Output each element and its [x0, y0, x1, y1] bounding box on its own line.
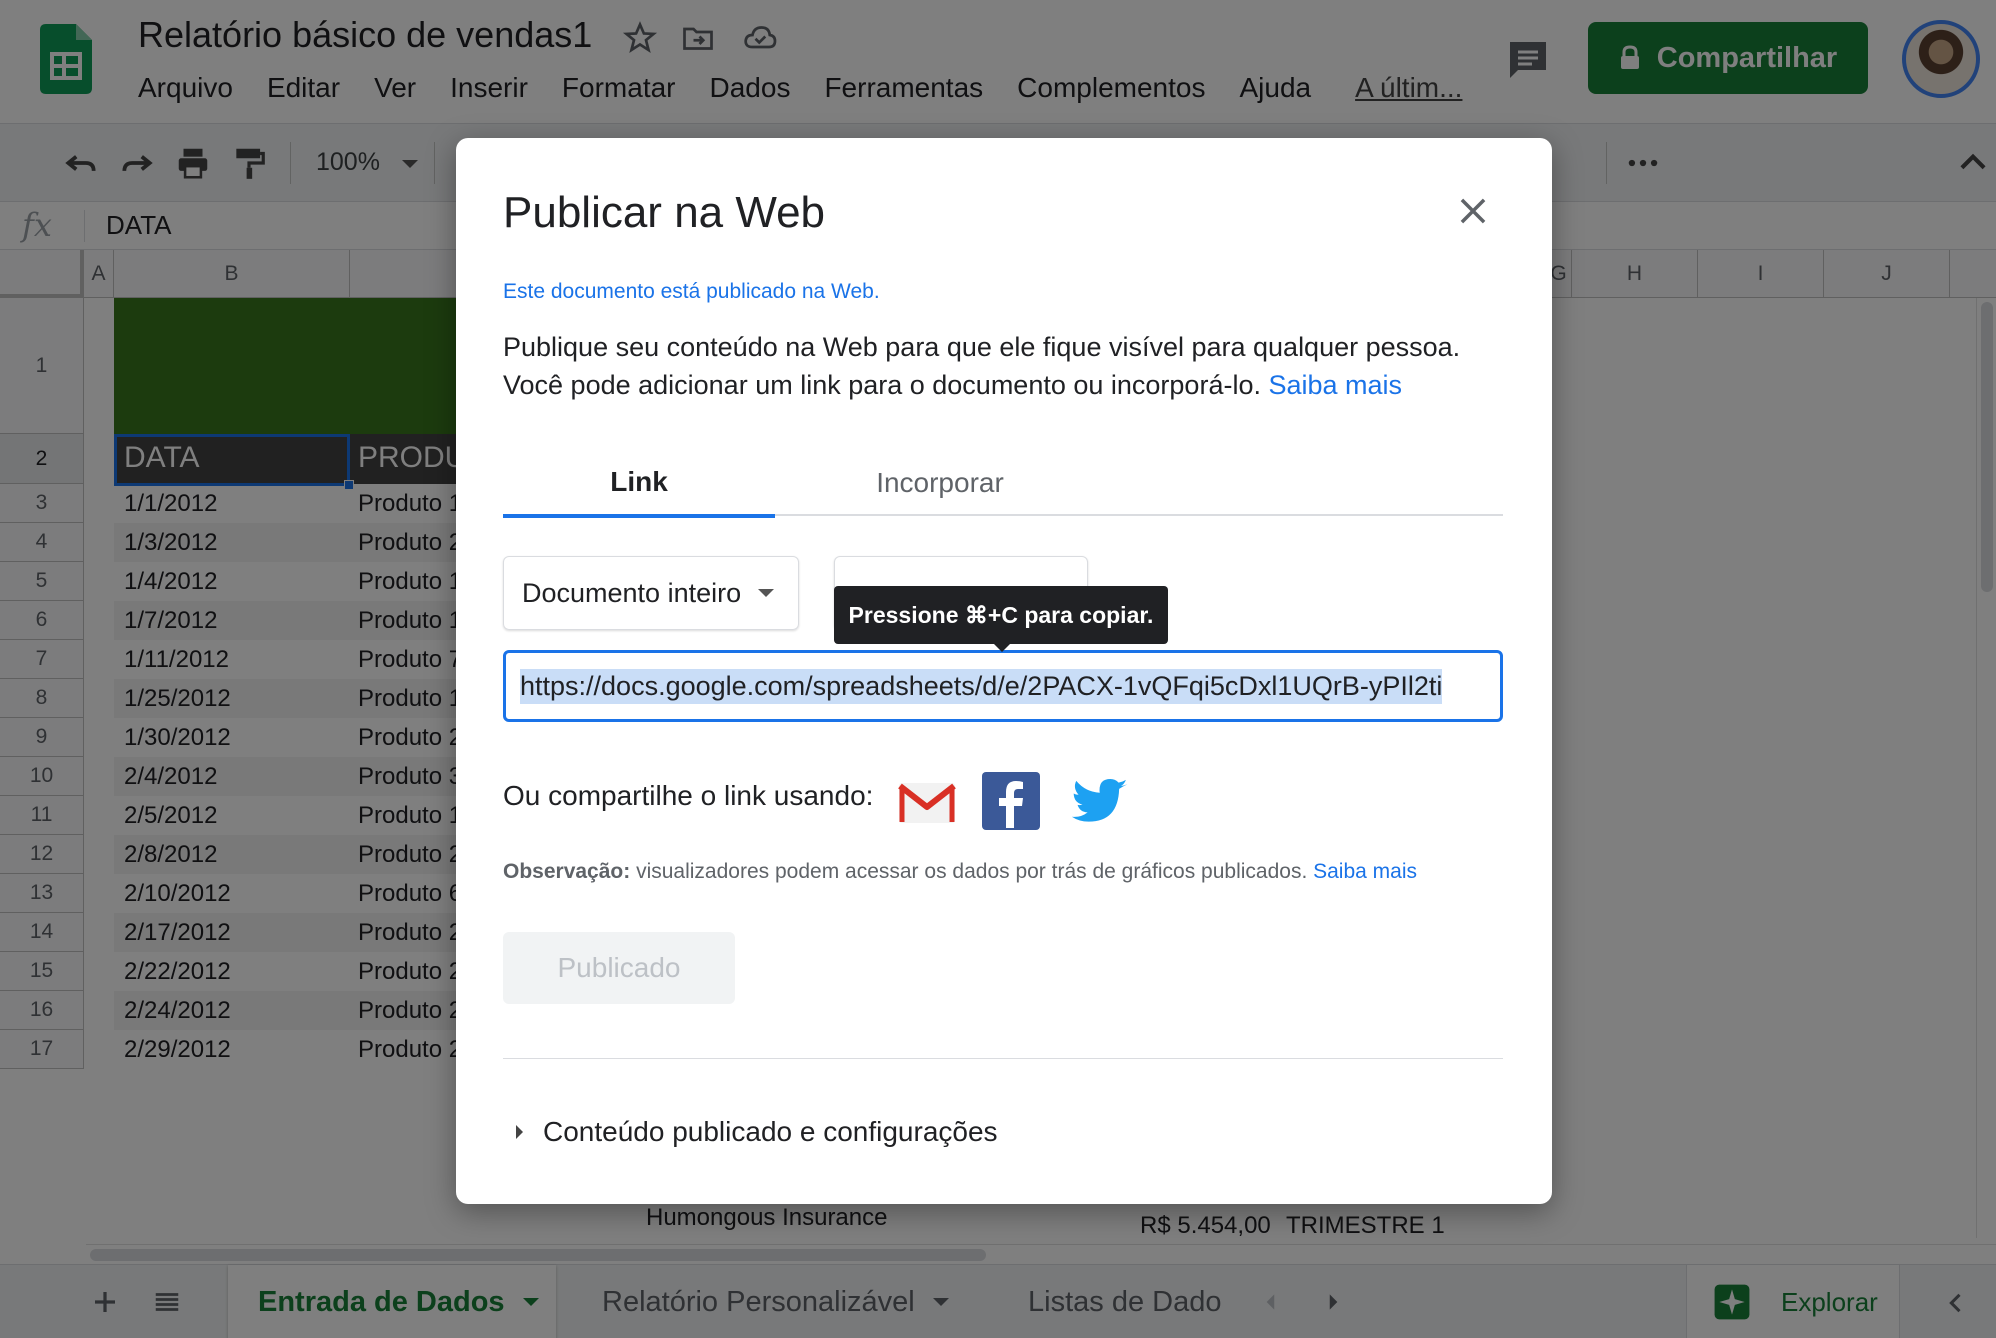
publish-tabs: Link Incorporar: [503, 450, 1503, 518]
tab-incorporar[interactable]: Incorporar: [775, 450, 1105, 516]
expander-label: Conteúdo publicado e configurações: [543, 1116, 998, 1147]
observation-note: Observação: visualizadores podem acessar…: [503, 860, 1417, 884]
learn-more-link[interactable]: Saiba mais: [1268, 370, 1402, 400]
close-icon[interactable]: [1454, 192, 1492, 230]
dialog-description: Publique seu conteúdo na Web para que el…: [503, 328, 1513, 404]
dialog-title: Publicar na Web: [503, 188, 826, 237]
dialog-divider: [503, 1058, 1503, 1059]
facebook-icon[interactable]: [980, 770, 1042, 832]
published-button[interactable]: Publicado: [503, 932, 735, 1004]
triangle-right-icon: [516, 1125, 523, 1139]
note-label: Observação:: [503, 860, 631, 883]
share-via-label: Ou compartilhe o link usando:: [503, 780, 874, 811]
note-learn-more-link[interactable]: Saiba mais: [1313, 860, 1417, 883]
gmail-icon[interactable]: [896, 770, 958, 832]
published-status: Este documento está publicado na Web.: [503, 280, 880, 303]
description-line-2: Você pode adicionar um link para o docum…: [503, 366, 1513, 404]
twitter-icon[interactable]: [1066, 770, 1132, 832]
document-scope-select[interactable]: Documento inteiro: [503, 556, 799, 630]
tooltip-arrow: [994, 644, 1010, 652]
description-line-1: Publique seu conteúdo na Web para que el…: [503, 332, 1461, 362]
description-line-2-text: Você pode adicionar um link para o docum…: [503, 370, 1261, 400]
tab-link[interactable]: Link: [503, 450, 775, 518]
publish-url-value[interactable]: https://docs.google.com/spreadsheets/d/e…: [520, 668, 1443, 704]
copy-tooltip: Pressione ⌘+C para copiar.: [834, 586, 1168, 644]
published-settings-expander[interactable]: Conteúdo publicado e configurações: [516, 1116, 998, 1148]
chevron-down-icon: [758, 589, 774, 597]
publish-to-web-dialog: Publicar na Web Este documento está publ…: [456, 138, 1552, 1204]
scope-select-value: Documento inteiro: [522, 577, 742, 608]
publish-url-field[interactable]: https://docs.google.com/spreadsheets/d/e…: [503, 650, 1503, 722]
note-text: visualizadores podem acessar os dados po…: [636, 860, 1308, 883]
